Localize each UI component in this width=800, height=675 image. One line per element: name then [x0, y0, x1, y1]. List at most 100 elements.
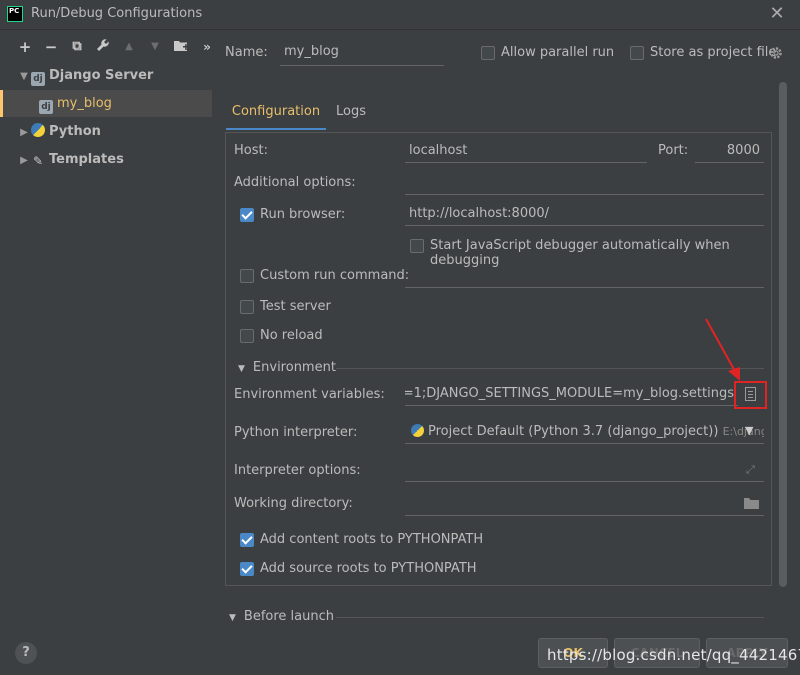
python-interpreter-select[interactable]: Project Default (Python 3.7 (django_proj…: [405, 420, 764, 444]
create-folder-button[interactable]: [172, 38, 190, 56]
checkbox-box: [240, 329, 254, 343]
content-roots-label: Add content roots to PYTHONPATH: [260, 532, 484, 547]
folder-icon[interactable]: [744, 497, 760, 510]
wrench-icon: ✎: [32, 154, 44, 168]
close-icon[interactable]: ✕: [765, 2, 789, 26]
tree-item-label: Templates: [49, 152, 124, 167]
host-label: Host:: [234, 143, 268, 158]
edit-defaults-button[interactable]: [94, 38, 112, 56]
env-vars-value: ERED=1;DJANGO_SETTINGS_MODULE=my_blog.se…: [405, 386, 734, 401]
move-up-button[interactable]: ▲: [120, 38, 138, 56]
folder-icon: [173, 41, 189, 51]
tree-item-python[interactable]: ▶ Python: [0, 118, 212, 145]
no-reload-label: No reload: [260, 328, 323, 343]
run-browser-checkbox[interactable]: [240, 208, 254, 224]
arrow-down-icon: ▼: [151, 41, 159, 52]
minus-icon: −: [44, 38, 58, 56]
interpreter-options-input[interactable]: [405, 458, 764, 482]
help-button[interactable]: ?: [15, 642, 37, 664]
section-divider: [336, 617, 764, 618]
triangle-down-icon: ▼: [238, 364, 245, 374]
source-roots-checkbox[interactable]: [240, 562, 254, 578]
move-down-button[interactable]: ▼: [146, 38, 164, 56]
additional-options-label: Additional options:: [234, 175, 356, 190]
no-reload-checkbox[interactable]: [240, 329, 254, 345]
js-debugger-checkbox[interactable]: [410, 239, 424, 255]
checkbox-box: [240, 300, 254, 314]
checkbox-box: [240, 533, 254, 547]
store-project-label: Store as project file: [650, 45, 777, 60]
before-launch-title: Before launch: [243, 609, 335, 624]
copy-icon: ⧉: [72, 39, 82, 54]
allow-parallel-label: Allow parallel run: [501, 45, 615, 60]
expand-icon[interactable]: ⤢: [746, 463, 755, 477]
chevron-down-icon[interactable]: ▼: [17, 63, 31, 90]
wrench-icon: [97, 39, 109, 51]
chevron-down-icon[interactable]: ▼: [745, 424, 757, 437]
scrollbar[interactable]: [779, 82, 787, 587]
additional-options-input[interactable]: [405, 171, 764, 195]
arrow-up-icon: ▲: [125, 41, 133, 52]
django-icon: dj: [31, 72, 45, 86]
window-title: Run/Debug Configurations: [31, 6, 203, 21]
plus-icon: +: [18, 38, 32, 56]
python-icon: [31, 123, 45, 137]
tab-logs[interactable]: Logs: [336, 96, 370, 130]
chevron-right-icon[interactable]: ▶: [17, 119, 31, 146]
python-interpreter-path: E:\django: [722, 425, 764, 438]
checkbox-box: [410, 239, 424, 253]
env-vars-input[interactable]: ERED=1;DJANGO_SETTINGS_MODULE=my_blog.se…: [405, 382, 738, 406]
watermark-text: https://blog.csdn.net/qq_44214671: [547, 646, 800, 664]
custom-run-checkbox[interactable]: [240, 269, 254, 285]
working-directory-label: Working directory:: [234, 496, 353, 511]
pycharm-logo-icon: PC: [7, 6, 23, 22]
checkbox-box: [481, 46, 495, 60]
interpreter-options-label: Interpreter options:: [234, 463, 361, 478]
test-server-checkbox[interactable]: [240, 300, 254, 316]
tree-item-my-blog[interactable]: dj my_blog: [0, 90, 212, 117]
custom-run-input[interactable]: [405, 264, 764, 288]
port-input[interactable]: 8000: [695, 139, 764, 163]
edit-env-vars-icon[interactable]: [745, 387, 756, 401]
add-configuration-button[interactable]: +: [16, 38, 34, 56]
test-server-label: Test server: [260, 299, 331, 314]
source-roots-label: Add source roots to PYTHONPATH: [260, 561, 477, 576]
tree-item-label: Django Server: [49, 68, 154, 83]
chevron-right-icon[interactable]: ▶: [17, 147, 31, 174]
checkbox-box: [630, 46, 644, 60]
configuration-panel: [225, 132, 772, 586]
run-browser-url-input[interactable]: http://localhost:8000/: [405, 202, 764, 226]
tree-item-label: my_blog: [57, 96, 112, 111]
content-roots-checkbox[interactable]: [240, 533, 254, 549]
annotation-arrow-icon: [705, 318, 740, 381]
triangle-down-icon: ▼: [229, 613, 236, 623]
name-label: Name:: [225, 45, 268, 60]
checkbox-box: [240, 269, 254, 283]
env-vars-label: Environment variables:: [234, 387, 385, 402]
more-icon: »: [203, 40, 211, 54]
run-browser-label: Run browser:: [260, 207, 346, 222]
gear-icon[interactable]: [769, 46, 783, 64]
store-project-checkbox[interactable]: [630, 46, 644, 62]
tab-configuration[interactable]: Configuration: [226, 96, 326, 130]
python-icon: [411, 424, 424, 437]
environment-section-title: Environment: [252, 360, 336, 375]
host-input[interactable]: localhost: [405, 139, 647, 163]
more-actions-button[interactable]: »: [198, 38, 216, 56]
python-interpreter-value: Project Default (Python 3.7 (django_proj…: [428, 424, 719, 439]
tree-item-templates[interactable]: ▶ ✎ Templates: [0, 146, 212, 173]
before-launch-section-toggle[interactable]: ▼ Before launch: [229, 609, 334, 624]
checkbox-box: [240, 562, 254, 576]
working-directory-input[interactable]: [405, 492, 764, 516]
remove-configuration-button[interactable]: −: [42, 38, 60, 56]
gear-icon-svg: [770, 47, 782, 59]
python-interpreter-label: Python interpreter:: [234, 425, 358, 440]
custom-run-label: Custom run command:: [260, 268, 410, 283]
allow-parallel-checkbox[interactable]: [481, 46, 495, 62]
copy-configuration-button[interactable]: ⧉: [68, 38, 86, 56]
tree-item-django-server[interactable]: ▼ dj Django Server: [0, 62, 212, 89]
port-label: Port:: [658, 143, 689, 158]
environment-section-toggle[interactable]: ▼ Environment: [238, 360, 336, 375]
name-input[interactable]: my_blog: [280, 40, 444, 66]
checkbox-box: [240, 208, 254, 222]
